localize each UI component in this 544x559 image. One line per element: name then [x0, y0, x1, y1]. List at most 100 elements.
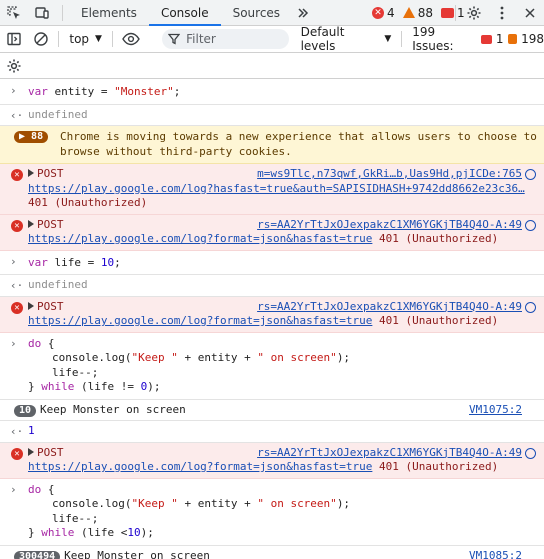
repeat-count-badge: 300494 — [14, 550, 61, 559]
console-log-message: 10 Keep Monster on screen VM1075:2 — [0, 400, 544, 421]
issues-error-count: 1 — [495, 32, 504, 46]
warning-counter[interactable]: 88 — [402, 6, 433, 20]
console-settings-gear-icon[interactable] — [6, 58, 22, 74]
source-link[interactable]: rs=AA2YrTtJxOJexpakzC1XM6YGKjTB4Q4O-A:49 — [257, 300, 522, 315]
more-options-icon[interactable] — [488, 6, 516, 20]
code-text: } — [28, 526, 42, 539]
tab-sources[interactable]: Sources — [221, 0, 292, 25]
live-expression-eye-icon[interactable] — [117, 32, 144, 46]
console-error-message: ✕ POST rs=AA2YrTtJxOJexpakzC1XM6YGKjTB4Q… — [0, 214, 544, 251]
more-tabs-icon[interactable] — [292, 0, 314, 25]
error-icon: ✕ — [11, 169, 23, 181]
console-error-message: ✕ POST m=ws9Tlc,n73qwf,GkRi…b,Uas9Hd,pjI… — [0, 164, 544, 215]
request-url-link[interactable]: https://play.google.com/log?hasfast=true… — [28, 182, 525, 195]
divider — [111, 31, 113, 47]
request-url-link[interactable]: https://play.google.com/log?format=json&… — [28, 314, 372, 327]
request-url-link[interactable]: https://play.google.com/log?format=json&… — [28, 460, 372, 473]
device-toolbar-icon[interactable] — [28, 0, 56, 25]
result-value: 1 — [28, 424, 35, 437]
code-text: + entity + — [177, 497, 258, 510]
close-devtools-icon[interactable] — [516, 7, 544, 19]
expand-triangle-icon[interactable] — [28, 447, 34, 456]
source-link[interactable]: rs=AA2YrTtJxOJexpakzC1XM6YGKjTB4Q4O-A:49 — [257, 446, 522, 461]
request-method: POST — [37, 299, 64, 313]
chevron-down-icon: ▼ — [95, 34, 102, 44]
context-label: top — [69, 32, 90, 46]
console-result-line: ‹· undefined — [0, 275, 544, 297]
levels-label: Default levels — [300, 25, 345, 53]
warning-icon — [402, 7, 415, 18]
chevron-down-icon: ▼ — [384, 34, 392, 44]
status-text: 401 (Unauthorized) — [372, 232, 499, 245]
inspect-element-icon[interactable] — [0, 0, 28, 25]
divider — [62, 5, 63, 21]
filter-input[interactable]: Filter — [162, 29, 289, 49]
code-number: 10 — [100, 255, 115, 269]
network-request-icon[interactable] — [525, 169, 536, 180]
source-link[interactable]: VM1085:2 — [469, 549, 522, 559]
result-value: undefined — [28, 107, 88, 121]
console-result-line: ‹· undefined — [0, 105, 544, 126]
settings-gear-icon[interactable] — [460, 5, 488, 21]
code-text: life--; — [52, 511, 99, 525]
divider — [58, 31, 60, 47]
tab-console[interactable]: Console — [148, 0, 221, 26]
network-request-icon[interactable] — [525, 301, 536, 313]
source-link[interactable]: rs=AA2YrTtJxOJexpakzC1XM6YGKjTB4Q4O-A:49 — [257, 218, 522, 233]
code-text: } — [28, 380, 42, 393]
source-link[interactable]: m=ws9Tlc,n73qwf,GkRi…b,Uas9Hd,pjICDe:765 — [257, 167, 522, 182]
request-method: POST — [37, 445, 64, 459]
code-text: (life != — [74, 380, 141, 393]
code-text: ); — [336, 497, 351, 510]
code-string: "Monster" — [114, 85, 174, 98]
code-number: 10 — [127, 526, 141, 539]
error-icon: ✕ — [372, 6, 385, 19]
repeat-count-badge: ▶ 88 — [14, 131, 49, 143]
console-input-line: › var life = 10; — [0, 251, 544, 275]
devtools-tabbar: Elements Console Sources ✕ 4 88 1 — [0, 0, 544, 26]
network-request-icon[interactable] — [525, 447, 536, 459]
issue-error-icon — [481, 34, 492, 44]
code-keyword: while — [41, 526, 75, 539]
console-input-block: › do { console.log("Keep " + entity + " … — [0, 479, 544, 546]
network-request-icon[interactable] — [525, 219, 536, 231]
status-text: 401 (Unauthorized) — [28, 196, 148, 209]
log-text: Keep Monster on screen — [64, 548, 210, 559]
console-settings-bar — [0, 53, 544, 79]
issues-button[interactable]: 199 Issues: 1 198 — [412, 25, 544, 53]
error-icon: ✕ — [11, 219, 23, 232]
code-keyword: var — [28, 85, 48, 98]
error-icon: ✕ — [11, 301, 23, 314]
divider — [401, 31, 403, 47]
clear-console-icon[interactable] — [27, 31, 54, 47]
log-levels-dropdown[interactable]: Default levels ▼ — [301, 25, 392, 53]
code-text: ; — [173, 85, 181, 98]
code-text: entity = — [47, 85, 115, 98]
issue-warning-icon — [507, 34, 518, 44]
code-text: ); — [336, 351, 351, 364]
input-chevron-icon: › — [10, 336, 17, 350]
code-text: life--; — [52, 365, 99, 379]
code-text: + entity + — [177, 351, 258, 364]
expand-triangle-icon[interactable] — [28, 169, 34, 177]
expand-triangle-icon[interactable] — [28, 301, 34, 310]
request-url-link[interactable]: https://play.google.com/log?format=json&… — [28, 232, 372, 245]
error-counter[interactable]: ✕ 4 — [372, 6, 395, 20]
issues-label: 199 Issues: — [412, 25, 454, 53]
request-method: POST — [37, 217, 64, 231]
console-input-line: › var entity = "Monster"; — [0, 80, 544, 105]
code-text: console.log( — [52, 497, 132, 510]
repeat-count-badge: 10 — [14, 404, 37, 417]
status-text: 401 (Unauthorized) — [372, 460, 499, 473]
code-string: "Keep " — [131, 497, 178, 510]
context-selector[interactable]: top ▼ — [63, 32, 108, 46]
tab-elements[interactable]: Elements — [69, 0, 149, 25]
result-value: undefined — [28, 278, 88, 291]
console-input-block: › do { console.log("Keep " + entity + " … — [0, 333, 544, 400]
result-arrow-icon: ‹· — [10, 425, 24, 438]
console-messages: › var entity = "Monster"; ‹· undefined ▶… — [0, 80, 544, 559]
sidebar-toggle-icon[interactable] — [0, 31, 27, 47]
tabbar-actions — [451, 0, 544, 26]
source-link[interactable]: VM1075:2 — [469, 403, 522, 418]
expand-triangle-icon[interactable] — [28, 219, 34, 228]
